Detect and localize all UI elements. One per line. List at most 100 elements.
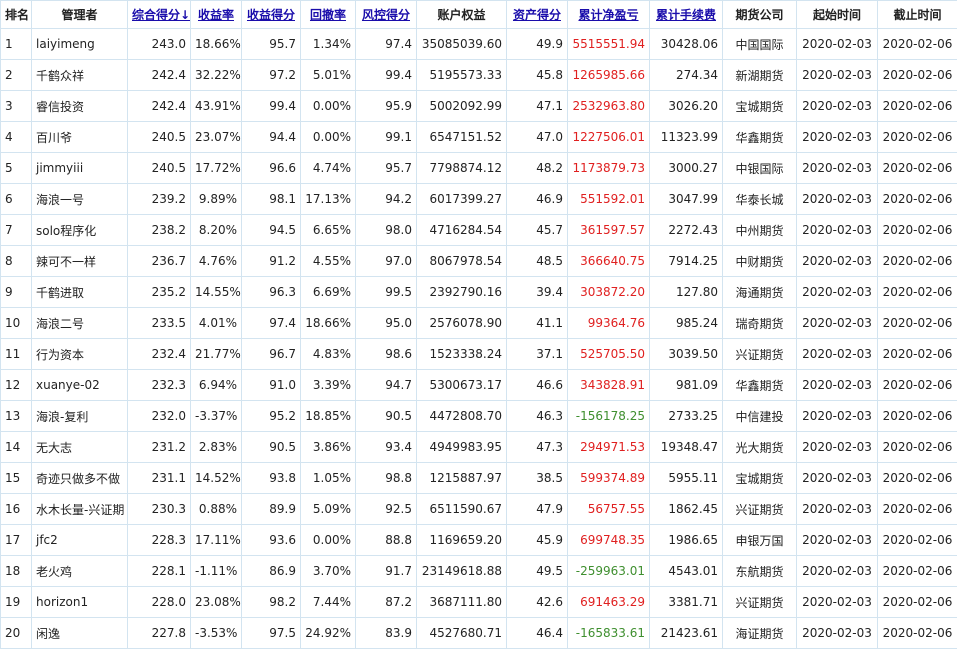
cell-fees: 3047.99 (650, 184, 723, 215)
cell-drawdown-rate: 5.01% (301, 60, 356, 91)
cell-end-date: 2020-02-06 (878, 432, 957, 463)
cell-manager: horizon1 (32, 587, 128, 618)
cell-end-date: 2020-02-06 (878, 370, 957, 401)
cell-return-score: 95.7 (242, 29, 301, 60)
cell-end-date: 2020-02-06 (878, 525, 957, 556)
cell-return-score: 97.4 (242, 308, 301, 339)
cell-fees: 3381.71 (650, 587, 723, 618)
cell-end-date: 2020-02-06 (878, 215, 957, 246)
cell-end-date: 2020-02-06 (878, 246, 957, 277)
cell-net-pnl: 599374.89 (568, 463, 650, 494)
column-header-rank: 排名 (1, 1, 32, 29)
cell-risk-score: 95.9 (356, 91, 417, 122)
cell-total-score: 231.2 (128, 432, 191, 463)
cell-total-score: 240.5 (128, 153, 191, 184)
cell-start-date: 2020-02-03 (797, 401, 878, 432)
cell-manager: jfc2 (32, 525, 128, 556)
cell-asset-score: 42.6 (507, 587, 568, 618)
cell-total-score: 232.3 (128, 370, 191, 401)
cell-account-equity: 3687111.80 (417, 587, 507, 618)
column-header-return-rate[interactable]: 收益率 (191, 1, 242, 29)
table-row: 9千鹤进取235.214.55%96.36.69%99.52392790.163… (1, 277, 957, 308)
column-header-drawdown-rate[interactable]: 回撤率 (301, 1, 356, 29)
cell-futures-company: 中财期货 (723, 246, 797, 277)
cell-manager: 老火鸡 (32, 556, 128, 587)
cell-manager: 千鹤众祥 (32, 60, 128, 91)
cell-total-score: 227.8 (128, 618, 191, 649)
cell-rank: 3 (1, 91, 32, 122)
cell-fees: 127.80 (650, 277, 723, 308)
cell-return-rate: 8.20% (191, 215, 242, 246)
cell-asset-score: 48.5 (507, 246, 568, 277)
cell-manager: 水木长量-兴证期 (32, 494, 128, 525)
cell-account-equity: 1215887.97 (417, 463, 507, 494)
cell-end-date: 2020-02-06 (878, 494, 957, 525)
cell-account-equity: 4527680.71 (417, 618, 507, 649)
column-header-fees[interactable]: 累计手续费 (650, 1, 723, 29)
cell-asset-score: 37.1 (507, 339, 568, 370)
table-row: 20闲逸227.8-3.53%97.524.92%83.94527680.714… (1, 618, 957, 649)
cell-end-date: 2020-02-06 (878, 587, 957, 618)
cell-start-date: 2020-02-03 (797, 432, 878, 463)
cell-start-date: 2020-02-03 (797, 463, 878, 494)
cell-asset-score: 49.9 (507, 29, 568, 60)
cell-end-date: 2020-02-06 (878, 91, 957, 122)
table-row: 7solo程序化238.28.20%94.56.65%98.04716284.5… (1, 215, 957, 246)
cell-fees: 21423.61 (650, 618, 723, 649)
cell-start-date: 2020-02-03 (797, 556, 878, 587)
cell-account-equity: 1169659.20 (417, 525, 507, 556)
header-row: 排名管理者综合得分↓收益率收益得分回撤率风控得分账户权益资产得分累计净盈亏累计手… (1, 1, 957, 29)
cell-total-score: 240.5 (128, 122, 191, 153)
cell-return-score: 95.2 (242, 401, 301, 432)
cell-drawdown-rate: 6.69% (301, 277, 356, 308)
cell-fees: 4543.01 (650, 556, 723, 587)
column-header-total-score[interactable]: 综合得分↓ (128, 1, 191, 29)
table-body: 1laiyimeng243.018.66%95.71.34%97.4350850… (1, 29, 957, 649)
cell-return-rate: 43.91% (191, 91, 242, 122)
cell-futures-company: 兴证期货 (723, 587, 797, 618)
column-header-asset-score[interactable]: 资产得分 (507, 1, 568, 29)
cell-fees: 981.09 (650, 370, 723, 401)
cell-account-equity: 2392790.16 (417, 277, 507, 308)
table-row: 12xuanye-02232.36.94%91.03.39%94.7530067… (1, 370, 957, 401)
cell-total-score: 233.5 (128, 308, 191, 339)
cell-return-score: 99.4 (242, 91, 301, 122)
cell-account-equity: 23149618.88 (417, 556, 507, 587)
cell-net-pnl: 1173879.73 (568, 153, 650, 184)
cell-asset-score: 45.9 (507, 525, 568, 556)
cell-net-pnl: 303872.20 (568, 277, 650, 308)
cell-end-date: 2020-02-06 (878, 184, 957, 215)
cell-return-score: 94.4 (242, 122, 301, 153)
column-header-futures-company: 期货公司 (723, 1, 797, 29)
cell-fees: 985.24 (650, 308, 723, 339)
cell-fees: 3039.50 (650, 339, 723, 370)
cell-start-date: 2020-02-03 (797, 339, 878, 370)
cell-return-score: 96.3 (242, 277, 301, 308)
cell-risk-score: 94.2 (356, 184, 417, 215)
cell-drawdown-rate: 4.55% (301, 246, 356, 277)
cell-account-equity: 35085039.60 (417, 29, 507, 60)
column-header-risk-score[interactable]: 风控得分 (356, 1, 417, 29)
cell-return-rate: 23.07% (191, 122, 242, 153)
cell-net-pnl: 2532963.80 (568, 91, 650, 122)
cell-total-score: 228.0 (128, 587, 191, 618)
cell-futures-company: 兴证期货 (723, 339, 797, 370)
table-header: 排名管理者综合得分↓收益率收益得分回撤率风控得分账户权益资产得分累计净盈亏累计手… (1, 1, 957, 29)
cell-return-rate: 6.94% (191, 370, 242, 401)
cell-rank: 11 (1, 339, 32, 370)
cell-return-rate: 17.72% (191, 153, 242, 184)
cell-fees: 1986.65 (650, 525, 723, 556)
cell-return-score: 91.2 (242, 246, 301, 277)
column-header-return-score[interactable]: 收益得分 (242, 1, 301, 29)
cell-net-pnl: 294971.53 (568, 432, 650, 463)
cell-rank: 7 (1, 215, 32, 246)
cell-futures-company: 中银国际 (723, 153, 797, 184)
cell-end-date: 2020-02-06 (878, 277, 957, 308)
cell-futures-company: 华泰长城 (723, 184, 797, 215)
cell-start-date: 2020-02-03 (797, 184, 878, 215)
column-header-net-pnl[interactable]: 累计净盈亏 (568, 1, 650, 29)
cell-futures-company: 中国国际 (723, 29, 797, 60)
cell-manager: xuanye-02 (32, 370, 128, 401)
table-row: 1laiyimeng243.018.66%95.71.34%97.4350850… (1, 29, 957, 60)
cell-rank: 6 (1, 184, 32, 215)
